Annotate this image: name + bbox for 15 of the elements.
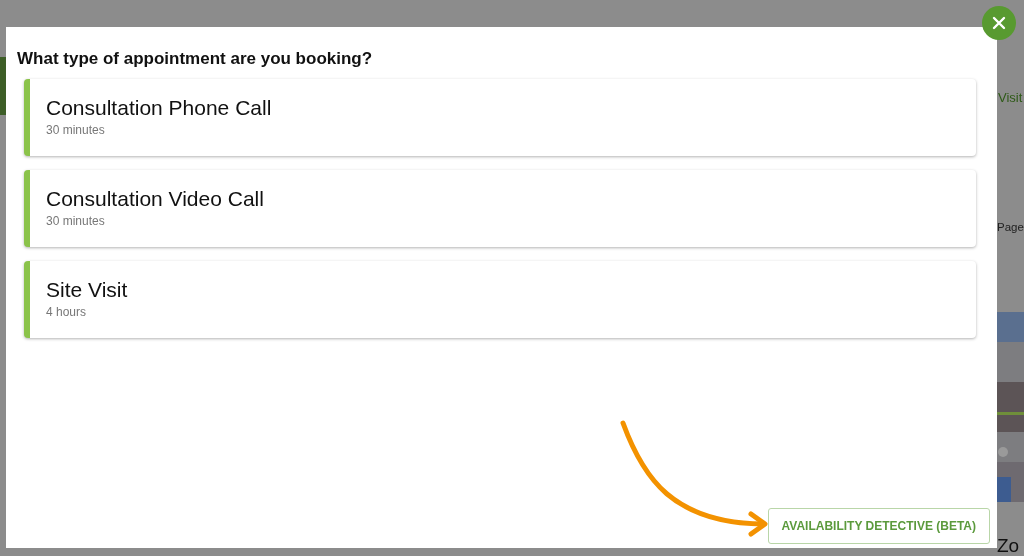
appointment-option-card[interactable]: Consultation Video Call 30 minutes [24,170,976,247]
background-heading: Zo [997,535,1020,556]
appointment-duration: 4 hours [46,304,87,321]
appointment-name: Consultation Phone Call [46,95,272,121]
close-button[interactable] [982,6,1016,40]
appointment-name: Site Visit [46,277,128,303]
appointment-option-card[interactable]: Consultation Phone Call 30 minutes [24,79,976,156]
background-text: Page [997,220,1024,235]
appointment-name: Consultation Video Call [46,186,264,212]
close-icon [991,15,1007,31]
appointment-duration: 30 minutes [46,213,105,230]
dialog-title: What type of appointment are you booking? [17,48,374,70]
appointment-option-card[interactable]: Site Visit 4 hours [24,261,976,338]
appointment-duration: 30 minutes [46,122,105,139]
banner-edge [0,57,6,115]
